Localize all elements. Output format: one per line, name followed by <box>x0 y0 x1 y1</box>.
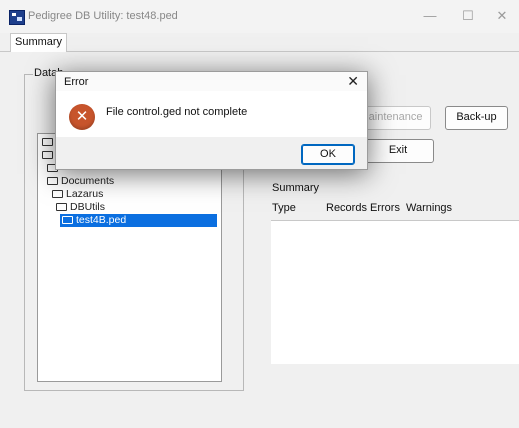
column-header-warnings: Warnings <box>406 202 453 214</box>
tab-strip: Summary <box>0 33 519 52</box>
app-icon <box>9 10 25 25</box>
folder-icon <box>52 190 63 198</box>
tree-item-label: test4B.ped <box>76 214 127 226</box>
column-header-errors: Errors <box>370 202 400 214</box>
tree-item-label: Documents <box>61 175 115 187</box>
error-dialog: Error ✕ ✕ File control.ged not complete … <box>55 71 368 170</box>
main-window: Pedigree DB Utility: test48.ped — ☐ ✕ Su… <box>0 0 519 428</box>
dialog-close-icon[interactable]: ✕ <box>347 73 359 90</box>
column-header-records: Records <box>326 202 367 214</box>
tree-item[interactable]: DBUtils <box>56 201 105 214</box>
summary-results-panel <box>271 220 519 364</box>
exit-button[interactable]: Exit <box>362 139 434 163</box>
dialog-title-bar[interactable]: Error ✕ <box>56 72 367 91</box>
column-header-type: Type <box>272 202 296 214</box>
folder-icon <box>47 177 58 185</box>
error-icon: ✕ <box>69 104 95 130</box>
folder-icon <box>56 203 67 211</box>
folder-icon <box>42 138 53 146</box>
tree-item[interactable]: Documents <box>47 175 114 188</box>
minimize-button[interactable]: — <box>418 8 442 23</box>
tree-item[interactable]: Lazarus <box>52 188 103 201</box>
backup-button[interactable]: Back-up <box>445 106 508 130</box>
folder-tree[interactable]: C U Documents Lazarus DBUtils test4B.ped <box>37 133 222 382</box>
dialog-message: File control.ged not complete <box>106 106 248 118</box>
folder-icon <box>42 151 53 159</box>
summary-label: Summary <box>272 182 320 194</box>
tab-summary[interactable]: Summary <box>10 33 68 52</box>
window-title: Pedigree DB Utility: test48.ped <box>28 10 178 22</box>
tree-item-label: DBUtils <box>70 201 106 213</box>
close-button[interactable]: ✕ <box>490 8 514 24</box>
title-bar[interactable]: Pedigree DB Utility: test48.ped — ☐ ✕ <box>0 0 519 33</box>
tree-item-selected[interactable]: test4B.ped <box>60 214 217 227</box>
dialog-title: Error <box>64 76 89 88</box>
maximize-button[interactable]: ☐ <box>456 8 480 24</box>
ok-button[interactable]: OK <box>301 144 355 165</box>
dialog-body: ✕ File control.ged not complete <box>56 91 367 137</box>
folder-icon <box>62 216 73 224</box>
tree-item-label: Lazarus <box>66 188 104 200</box>
